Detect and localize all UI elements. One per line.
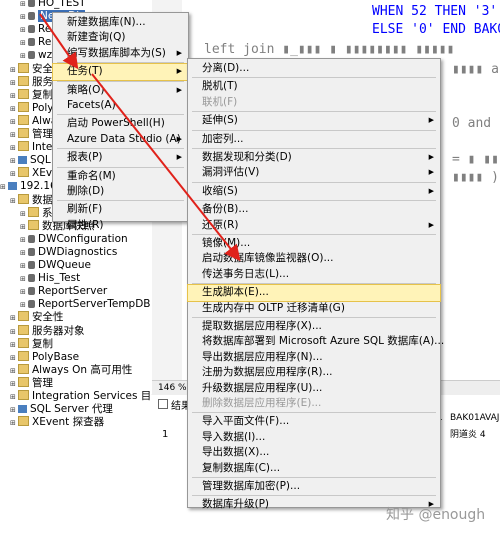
arrow-to-tasks <box>39 13 79 70</box>
annotation-arrows <box>39 13 241 262</box>
arrow-to-generate-scripts <box>91 73 241 262</box>
